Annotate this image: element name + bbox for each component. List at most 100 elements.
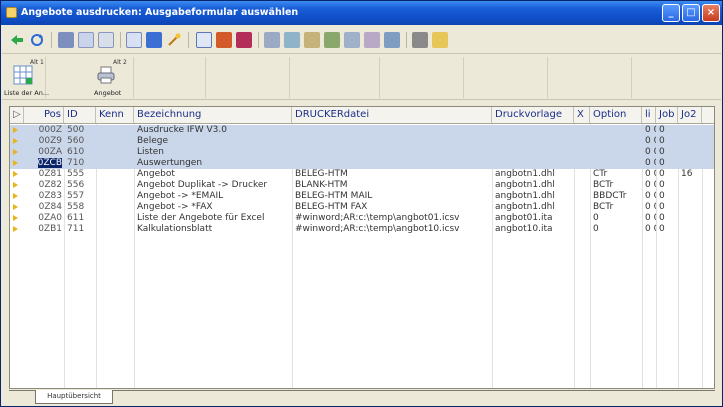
tab-hauptuebersicht[interactable]: Hauptübersicht [35, 390, 113, 404]
cell-datei[interactable]: BLANK-HTM [292, 180, 492, 191]
cell-option[interactable]: 0 [590, 213, 642, 224]
column-header[interactable]: Option [590, 107, 642, 123]
cell-vorlage[interactable]: angbotn1.dhl [492, 191, 574, 202]
cell-bez[interactable]: Liste der Angebote für Excel [134, 213, 292, 224]
cell-id[interactable]: 611 [64, 213, 96, 224]
settings-doc-icon[interactable] [384, 32, 400, 48]
cell-kenn[interactable] [96, 147, 134, 158]
cell-pos[interactable]: 00ZA [24, 147, 64, 158]
cell-pos[interactable]: 00Z9 [24, 136, 64, 147]
cell-option[interactable]: BCTr [590, 202, 642, 213]
cell-x[interactable] [574, 125, 590, 136]
table-view-icon[interactable] [78, 32, 94, 48]
cell-jo2[interactable] [678, 147, 702, 158]
print-preview-icon[interactable] [284, 32, 300, 48]
print-icon[interactable] [264, 32, 280, 48]
cell-job[interactable]: 0 [656, 224, 678, 235]
cell-id[interactable]: 500 [64, 125, 96, 136]
cell-pos[interactable]: 0Z83 [24, 191, 64, 202]
cell-kenn[interactable] [96, 169, 134, 180]
cell-vorlage[interactable]: angbot01.ita [492, 213, 574, 224]
column-header[interactable]: Kenn [96, 107, 134, 123]
column-header[interactable]: Pos [24, 107, 64, 123]
cell-bez[interactable]: Kalkulationsblatt [134, 224, 292, 235]
cell-jo2[interactable] [678, 125, 702, 136]
cell-bez[interactable]: Angebot Duplikat -> Drucker [134, 180, 292, 191]
column-header[interactable]: Bezeichnung [134, 107, 292, 123]
cell-option[interactable] [590, 125, 642, 136]
column-header[interactable]: Jo2 [678, 107, 702, 123]
table-row[interactable]: 0ZB1 711 Kalkulationsblatt #winword;AR:c:\t… [10, 224, 714, 235]
cell-bez[interactable]: Angebot -> *EMAIL [134, 191, 292, 202]
cell-job[interactable]: 0 [656, 158, 678, 169]
cell-job[interactable]: 0 [656, 213, 678, 224]
cell-li[interactable]: 0 0 [642, 147, 656, 158]
cell-option[interactable] [590, 158, 642, 169]
database-icon[interactable] [412, 32, 428, 48]
active-cell-marker[interactable]: 0ZCB [37, 158, 62, 168]
cell-jo2[interactable] [678, 136, 702, 147]
maximize-button[interactable]: □ [682, 4, 700, 22]
cell-pos[interactable]: 000Z [24, 125, 64, 136]
cell-option[interactable]: BBDCTr [590, 191, 642, 202]
cell-vorlage[interactable] [492, 147, 574, 158]
cell-kenn[interactable] [96, 125, 134, 136]
cell-x[interactable] [574, 202, 590, 213]
cell-jo2[interactable] [678, 224, 702, 235]
cell-x[interactable] [574, 224, 590, 235]
title-bar[interactable]: Angebote ausdrucken: Ausgabeformular aus… [1, 1, 722, 25]
stop-icon[interactable] [216, 32, 232, 48]
cell-li[interactable]: 0 0 [642, 136, 656, 147]
cell-bez[interactable]: Auswertungen [134, 158, 292, 169]
cell-jo2[interactable]: 16 [678, 169, 702, 180]
cell-datei[interactable]: BELEG-HTM [292, 169, 492, 180]
cell-li[interactable]: 0 0 [642, 202, 656, 213]
cell-bez[interactable]: Angebot -> *FAX [134, 202, 292, 213]
column-header[interactable]: ID [64, 107, 96, 123]
cell-id[interactable]: 610 [64, 147, 96, 158]
table-row[interactable]: 0Z84 558 Angebot -> *FAX BELEG-HTM FAX angbo… [10, 202, 714, 213]
cell-pos[interactable]: 0ZCB [24, 158, 64, 169]
list-view-icon[interactable] [58, 32, 74, 48]
cell-vorlage[interactable] [492, 158, 574, 169]
cell-id[interactable]: 555 [64, 169, 96, 180]
cell-option[interactable]: CTr [590, 169, 642, 180]
cell-id[interactable]: 557 [64, 191, 96, 202]
cell-job[interactable]: 0 [656, 202, 678, 213]
cell-pos[interactable]: 0Z81 [24, 169, 64, 180]
cell-li[interactable]: 0 0 [642, 213, 656, 224]
cell-x[interactable] [574, 169, 590, 180]
cell-li[interactable]: 0 0 [642, 224, 656, 235]
cell-vorlage[interactable] [492, 125, 574, 136]
cell-kenn[interactable] [96, 213, 134, 224]
cell-job[interactable]: 0 [656, 191, 678, 202]
edit-icon[interactable] [364, 32, 380, 48]
delete-icon[interactable] [236, 32, 252, 48]
cell-bez[interactable]: Listen [134, 147, 292, 158]
cell-id[interactable]: 710 [64, 158, 96, 169]
export-icon[interactable] [304, 32, 320, 48]
cell-x[interactable] [574, 213, 590, 224]
cell-id[interactable]: 558 [64, 202, 96, 213]
table-row[interactable]: 0Z83 557 Angebot -> *EMAIL BELEG-HTM MAIL an… [10, 191, 714, 202]
table-row[interactable]: 00ZA610 Listen 0 00 [10, 147, 714, 158]
cell-vorlage[interactable]: angbotn1.dhl [492, 202, 574, 213]
cell-option[interactable] [590, 147, 642, 158]
cell-kenn[interactable] [96, 136, 134, 147]
table-row[interactable]: 0Z82 556 Angebot Duplikat -> Drucker BLANK-… [10, 180, 714, 191]
cell-job[interactable]: 0 [656, 147, 678, 158]
column-header[interactable]: Job [656, 107, 678, 123]
back-arrow-icon[interactable] [9, 32, 25, 48]
cell-x[interactable] [574, 147, 590, 158]
cell-datei[interactable]: BELEG-HTM FAX [292, 202, 492, 213]
cell-job[interactable]: 0 [656, 180, 678, 191]
cell-id[interactable]: 556 [64, 180, 96, 191]
cell-pos[interactable]: 0ZA0 [24, 213, 64, 224]
cell-pos[interactable]: 0ZB1 [24, 224, 64, 235]
cell-datei[interactable]: #winword;AR:c:\temp\angbot01.icsv [292, 213, 492, 224]
table-row[interactable]: 0Z81 555 Angebot BELEG-HTM angbotn1.dhl CTr 0 … [10, 169, 714, 180]
cell-datei[interactable] [292, 147, 492, 158]
cell-job[interactable]: 0 [656, 169, 678, 180]
minimize-button[interactable]: _ [662, 4, 680, 22]
cell-id[interactable]: 711 [64, 224, 96, 235]
